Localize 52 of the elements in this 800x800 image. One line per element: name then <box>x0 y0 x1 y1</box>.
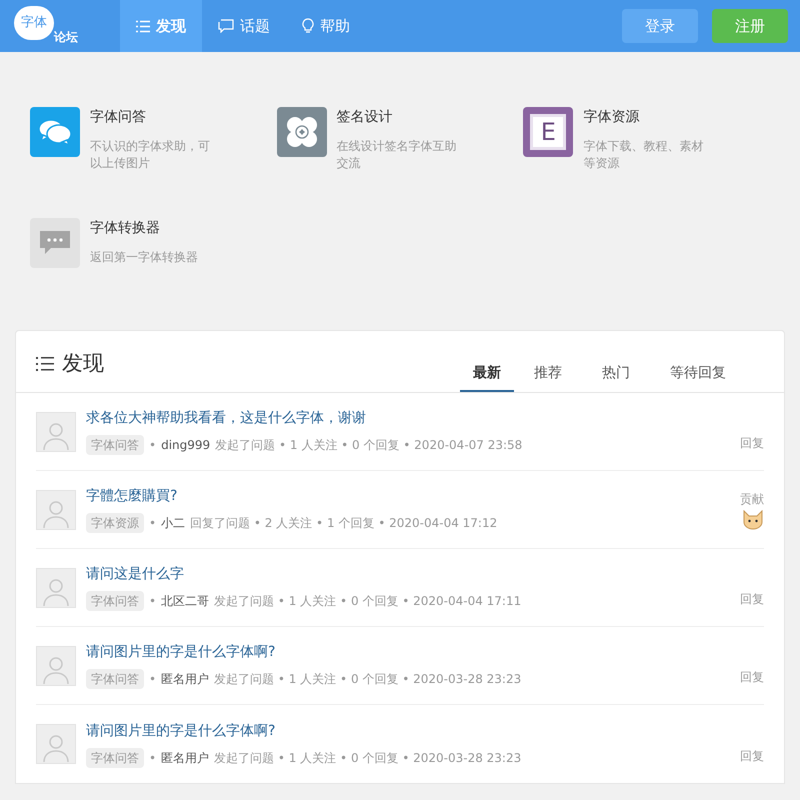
post-details: 发起了问题 • 1 人关注 • 0 个回复 • 2020-04-04 17:11 <box>214 593 522 610</box>
reply-label: 回复 <box>740 669 764 686</box>
reply-label: 回复 <box>740 435 764 452</box>
cat-avatar-icon <box>742 510 764 530</box>
list-icon <box>136 20 150 32</box>
category-description: 返回第一字体转换器 <box>90 249 199 266</box>
filter-tab[interactable]: 最新 <box>460 363 514 392</box>
post-title[interactable]: 请问图片里的字是什么字体啊? <box>86 720 730 742</box>
avatar-placeholder <box>36 646 76 686</box>
user-link[interactable]: 北区二哥 <box>161 592 210 610</box>
avatar-placeholder <box>36 412 76 452</box>
contribution-label: 贡献 <box>740 490 764 508</box>
post-title[interactable]: 求各位大神帮助我看看，这是什么字体，谢谢 <box>86 408 730 429</box>
list-icon <box>36 356 54 372</box>
filter-tab[interactable]: 热门 <box>582 363 650 392</box>
separator-dot: • <box>149 515 156 532</box>
category-title[interactable]: 字体问答 <box>90 107 220 128</box>
separator-dot: • <box>149 593 156 610</box>
separator-dot: • <box>149 750 156 766</box>
circles-icon <box>276 107 327 157</box>
speech-bubbles-icon <box>30 107 80 157</box>
filter-tab[interactable]: 等待回复 <box>650 363 746 392</box>
category-title[interactable]: 字体转换器 <box>90 218 220 239</box>
panel-title: 发现 <box>62 350 104 377</box>
user-link[interactable]: 匿名用户 <box>161 670 210 688</box>
user-link[interactable]: 匿名用户 <box>161 748 210 766</box>
message-icon <box>30 218 80 268</box>
category-title[interactable]: 签名设计 <box>336 107 467 128</box>
post-details: 发起了问题 • 1 人关注 • 0 个回复 • 2020-04-07 23:58 <box>215 437 522 454</box>
post-title[interactable]: 字體怎麼購買? <box>86 486 730 507</box>
separator-dot: • <box>149 671 156 688</box>
avatar-placeholder <box>36 724 76 764</box>
category-description: 不认识的字体求助，可以上传图片 <box>90 138 211 172</box>
reply-label: 回复 <box>740 591 764 608</box>
post-title[interactable]: 请问图片里的字是什么字体啊? <box>86 642 730 663</box>
category-title[interactable]: 字体资源 <box>583 107 714 128</box>
user-link[interactable]: ding999 <box>161 436 210 454</box>
reply-label: 回复 <box>740 748 764 765</box>
separator-dot: • <box>149 437 156 454</box>
post-details: 发起了问题 • 1 人关注 • 0 个回复 • 2020-03-28 23:23 <box>214 671 522 688</box>
filter-tab[interactable]: 推荐 <box>514 363 582 392</box>
post-details: 回复了问题 • 2 人关注 • 1 个回复 • 2020-04-04 17:12 <box>190 515 498 532</box>
post-details: 发起了问题 • 1 人关注 • 0 个回复 • 2020-03-28 23:23 <box>214 750 522 766</box>
avatar-placeholder <box>36 490 76 530</box>
avatar-placeholder <box>36 568 76 608</box>
letter-tile-icon: E <box>523 107 574 157</box>
lightbulb-icon <box>302 18 314 34</box>
category-description: 在线设计签名字体互助交流 <box>336 138 458 172</box>
post-title[interactable]: 请问这是什么字 <box>86 564 730 585</box>
category-description: 字体下载、教程、素材等资源 <box>583 138 704 172</box>
chat-icon <box>218 19 234 33</box>
user-link[interactable]: 小二 <box>161 514 186 532</box>
